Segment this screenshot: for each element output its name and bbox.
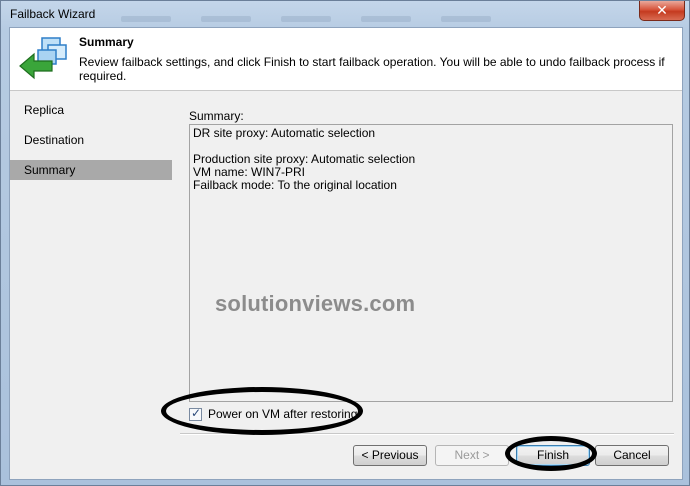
ghost-tab — [441, 16, 491, 22]
summary-line: Failback mode: To the original location — [193, 178, 397, 192]
header-description: Review failback settings, and click Fini… — [79, 55, 665, 83]
watermark-text: solutionviews.com — [215, 291, 416, 316]
footer-divider — [180, 433, 674, 435]
ghost-tab — [361, 16, 411, 22]
close-button[interactable]: ✕ — [639, 1, 685, 21]
summary-line: DR site proxy: Automatic selection — [193, 126, 376, 140]
next-button[interactable]: Next > — [435, 445, 509, 466]
nav-item-replica[interactable]: Replica — [10, 100, 172, 120]
previous-button[interactable]: < Previous — [353, 445, 427, 466]
summary-label: Summary: — [189, 109, 244, 123]
power-on-label[interactable]: Power on VM after restoring — [208, 407, 357, 421]
header-title: Summary — [79, 35, 134, 49]
window-title: Failback Wizard — [10, 7, 96, 21]
finish-button[interactable]: Finish — [516, 445, 590, 466]
nav-item-summary[interactable]: Summary — [10, 160, 172, 180]
nav-item-destination[interactable]: Destination — [10, 130, 172, 150]
power-on-checkbox[interactable]: ✓ — [189, 405, 202, 421]
title-bar[interactable]: Failback Wizard ✕ — [1, 1, 689, 27]
wizard-client-area: Summary Review failback settings, and cl… — [9, 27, 683, 480]
power-on-option[interactable]: ✓ Power on VM after restoring — [189, 405, 357, 421]
cancel-button[interactable]: Cancel — [595, 445, 669, 466]
ghost-tab — [281, 16, 331, 22]
close-icon: ✕ — [656, 2, 668, 18]
summary-textbox[interactable]: DR site proxy: Automatic selection Produ… — [189, 124, 673, 402]
failback-arrow-icon — [19, 37, 67, 80]
window-frame: Failback Wizard ✕ Summary Review failbac… — [0, 0, 690, 486]
ghost-tab — [201, 16, 251, 22]
ghost-tab — [121, 16, 171, 22]
checkmark-icon: ✓ — [191, 405, 202, 420]
wizard-steps-nav: Replica Destination Summary — [10, 100, 172, 190]
wizard-header: Summary Review failback settings, and cl… — [10, 28, 682, 91]
